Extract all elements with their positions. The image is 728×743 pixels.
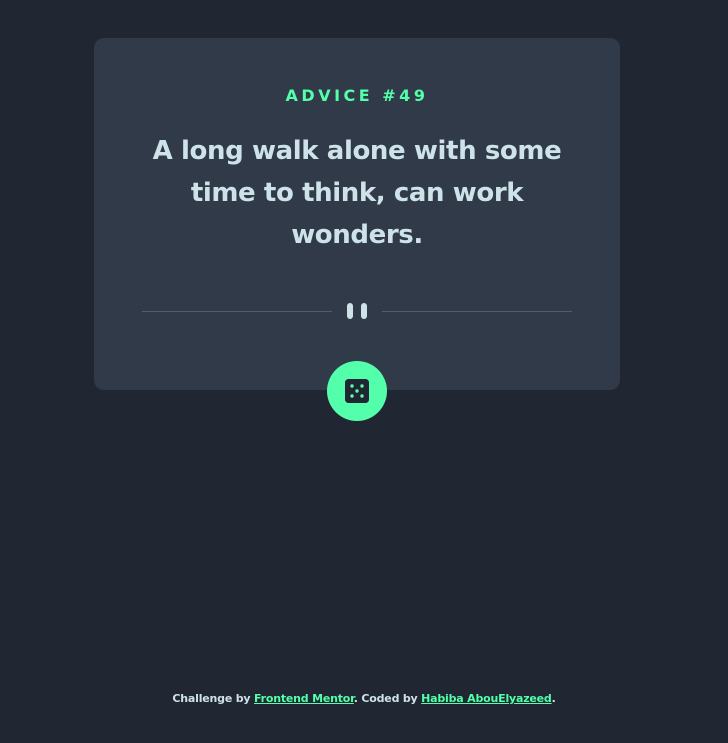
divider-line-right — [382, 310, 572, 312]
attribution-middle: . Coded by — [353, 692, 422, 705]
frontend-mentor-link[interactable]: Frontend Mentor — [254, 692, 354, 705]
attribution-prefix: Challenge by — [172, 692, 254, 705]
advice-id: ADVICE #49 — [285, 86, 429, 105]
dice-icon — [345, 379, 369, 403]
pause-bar-right — [361, 303, 367, 319]
generate-advice-button[interactable] — [327, 361, 387, 421]
divider — [142, 301, 572, 321]
attribution-suffix: . — [551, 692, 556, 705]
pause-bar-left — [347, 303, 353, 319]
pause-icon — [347, 303, 367, 319]
divider-line-left — [142, 310, 332, 312]
author-link[interactable]: Habiba AbouElyazeed — [421, 692, 552, 705]
advice-quote: A long walk alone with some time to thin… — [152, 136, 562, 250]
advice-card: ADVICE #49 A long walk alone with some t… — [94, 38, 620, 390]
attribution: Challenge by Frontend Mentor. Coded by H… — [0, 690, 728, 708]
